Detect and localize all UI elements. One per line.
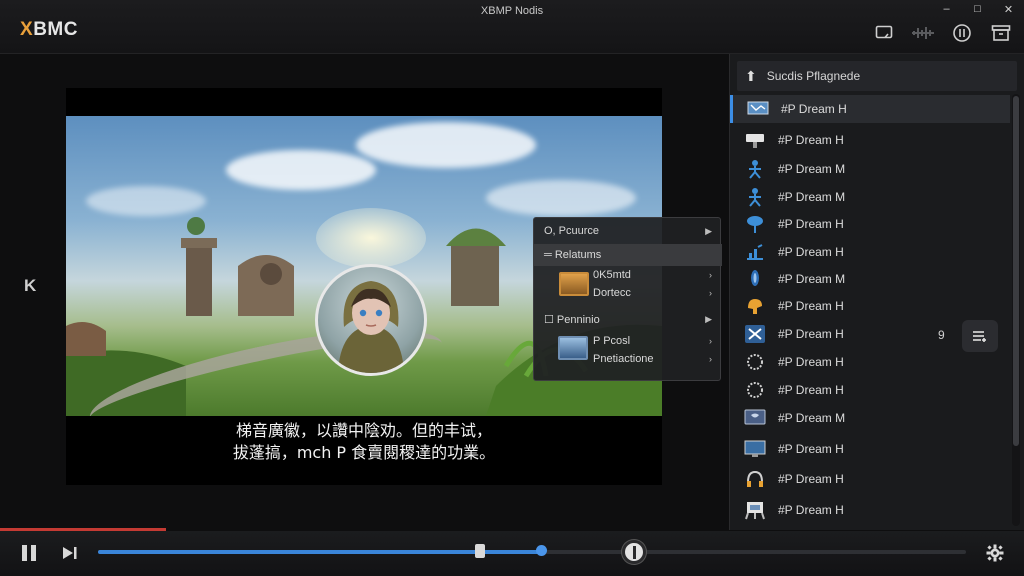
chart-icon [744,243,766,261]
headphones-icon [744,470,766,488]
up-arrow-icon[interactable]: ⬆ [745,68,757,85]
toolbar [871,22,1014,44]
playlist-header[interactable]: ⬆ Sucdis Pflagnede [737,61,1017,91]
playlist-item-label: #P Dream H [778,299,844,313]
playlist-item[interactable]: #P Dream H [730,126,1010,154]
gear-icon [986,544,1004,562]
playlist-item-label: #P Dream H [778,327,844,341]
subtitle-line: 拔蓬搞，mch P 食賣閱稷達的功業。 [232,443,496,462]
playlist-item-label: #P Dream M [778,162,846,176]
playlist-item-label: #P Dream H [778,503,844,517]
playlist-item-label: #P Dream M [778,411,846,425]
menu-item-relations[interactable]: ═ Relatums [534,244,722,266]
settings-button[interactable] [984,542,1006,564]
playlist-item-label: #P Dream H [778,217,844,231]
playlist-item[interactable]: #P Dream H [730,465,1010,493]
pause-button[interactable] [18,542,40,564]
monitor-icon [747,100,769,118]
playlist-item[interactable]: #P Dream M [730,265,1010,293]
character-avatar [315,264,427,376]
context-menu: O, Pcuurce ▶ ═ Relatums 0K5mtd › Dortecc… [533,217,722,381]
playlist-item[interactable]: #P Dream M [730,155,1010,183]
playlist-item[interactable]: #P Dream H [730,210,1010,238]
control-bar [0,531,1024,576]
seek-marker[interactable] [474,544,485,558]
playlist-item[interactable]: #P Dream H [730,95,1010,123]
playlist-item[interactable]: #P Dream H [730,348,1010,376]
menu-item-source[interactable]: O, Pcuurce ▶ [534,220,722,242]
screen-icon[interactable] [871,22,897,44]
playlist-item-label: #P Dream H [778,383,844,397]
menu-item-preferences[interactable]: Pnetiactione › [534,348,722,370]
side-count: 9 [938,328,945,342]
window-controls: – □ ✕ [931,0,1024,18]
playlist-scrollbar[interactable] [1012,94,1020,526]
playlist-item[interactable]: #P Dream H [730,496,1010,524]
maximize-button[interactable]: □ [962,0,993,18]
skip-next-icon [63,547,77,559]
window-title: XBMP Nodis [480,5,544,17]
seek-bar[interactable] [98,544,966,558]
subtitles: 梯音廣徽，以讚中陰劝。但的丰试， 拔蓬搞，mch P 食賣閱稷達的功業。 [66,420,662,464]
archive-icon[interactable] [988,22,1014,44]
subtitle-line: 梯音廣徽，以讚中陰劝。但的丰试， [235,421,492,440]
playlist-item-label: #P Dream H [778,442,844,456]
tools-icon [744,325,766,343]
playlist-item[interactable]: #P Dream M [730,183,1010,211]
playlist-item[interactable]: #P Dream H [730,238,1010,266]
projector-icon [744,131,766,149]
person-icon [744,188,766,207]
queue-button[interactable] [962,320,998,352]
back-button[interactable]: K [24,276,36,296]
queue-icon [973,331,986,342]
person-icon [744,160,766,179]
playlist-item-label: #P Dream H [781,102,847,116]
playlist-item[interactable]: #P Dream H [730,376,1010,404]
close-button[interactable]: ✕ [993,0,1024,18]
ring-icon [744,353,766,371]
seek-handle[interactable] [535,545,547,556]
tv-icon [744,409,766,427]
playlist-item-label: #P Dream H [778,133,844,147]
ring-icon [744,381,766,399]
playlist-item-label: #P Dream M [778,190,846,204]
mic-icon [744,270,766,288]
playlist-item-label: #P Dream H [778,245,844,259]
pause-icon [22,545,36,561]
playlist-title: Sucdis Pflagnede [766,69,861,83]
playlist-item[interactable]: #P Dream H [730,435,1010,463]
menu-item-device[interactable]: Dortecc › [534,282,722,304]
title-bar: XBMC XBMP Nodis – □ ✕ [0,0,1024,54]
playlist-item[interactable]: #P Dream M [730,404,1010,432]
bell-icon [744,297,766,315]
volume-knob[interactable] [622,540,646,564]
scrollbar-thumb[interactable] [1013,96,1019,446]
playlist-item-label: #P Dream H [778,355,844,369]
playlist-panel: ⬆ Sucdis Pflagnede #P Dream H #P Dream H #… [729,54,1024,530]
equalizer-icon[interactable] [910,22,936,44]
minimize-button[interactable]: – [931,0,962,18]
playlist-item-label: #P Dream H [778,472,844,486]
audio-icon[interactable] [949,22,975,44]
lamp-icon [744,215,766,233]
next-button[interactable] [59,542,81,564]
screen-icon [744,440,766,458]
app-logo[interactable]: XBMC [20,19,78,41]
desk-icon [744,501,766,520]
menu-item-pennino[interactable]: ☐ Penninio ▶ [534,308,722,330]
playlist-item-label: #P Dream M [778,272,846,286]
playlist-item[interactable]: #P Dream H [730,292,1010,320]
